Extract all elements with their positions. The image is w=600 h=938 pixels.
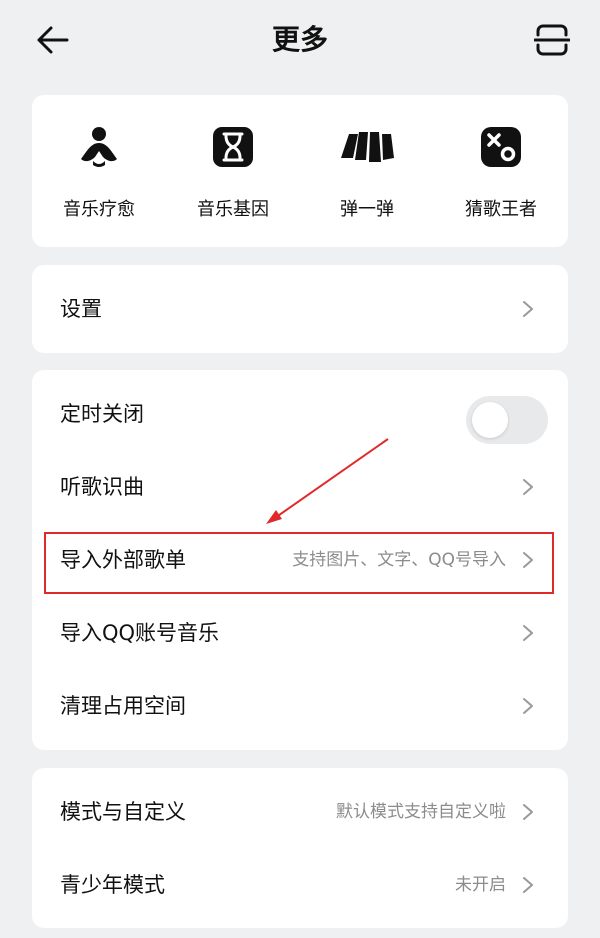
shortcut-label: 猜歌王者 bbox=[465, 199, 537, 220]
teen-mode-row[interactable]: 青少年模式 未开启 bbox=[32, 849, 568, 921]
mode-card: 模式与自定义 默认模式支持自定义啦 青少年模式 未开启 bbox=[32, 768, 568, 928]
scan-button[interactable] bbox=[528, 18, 576, 62]
shortcuts-card: 音乐疗愈 音乐基因 弹一弹 猜歌王者 bbox=[32, 95, 568, 247]
import-playlist-row[interactable]: 导入外部歌单 支持图片、文字、QQ号导入 bbox=[32, 524, 568, 596]
scan-icon bbox=[534, 24, 570, 56]
settings-card: 设置 bbox=[32, 265, 568, 353]
chevron-right-icon bbox=[523, 552, 533, 568]
x-o-game-icon bbox=[481, 127, 521, 167]
chevron-right-icon bbox=[523, 479, 533, 495]
custom-mode-row[interactable]: 模式与自定义 默认模式支持自定义啦 bbox=[32, 776, 568, 848]
shortcut-guess-song[interactable]: 猜歌王者 bbox=[434, 95, 568, 247]
row-label: 导入QQ账号音乐 bbox=[60, 621, 220, 645]
top-bar: 更多 bbox=[0, 0, 600, 80]
chevron-right-icon bbox=[523, 698, 533, 714]
person-heal-icon bbox=[81, 127, 117, 167]
row-label: 模式与自定义 bbox=[60, 800, 186, 824]
tools-card: 定时关闭 听歌识曲 导入外部歌单 支持图片、文字、QQ号导入 导入QQ账号音乐 … bbox=[32, 370, 568, 750]
timer-close-toggle[interactable] bbox=[466, 396, 548, 444]
page-title: 更多 bbox=[271, 23, 328, 56]
row-label: 导入外部歌单 bbox=[60, 548, 186, 572]
toggle-knob bbox=[472, 402, 508, 438]
shortcut-bounce[interactable]: 弹一弹 bbox=[300, 95, 434, 247]
piano-keys-icon bbox=[341, 132, 394, 162]
row-label: 定时关闭 bbox=[60, 402, 144, 426]
dna-icon bbox=[213, 127, 253, 167]
import-qq-row[interactable]: 导入QQ账号音乐 bbox=[32, 597, 568, 669]
chevron-right-icon bbox=[523, 804, 533, 820]
chevron-right-icon bbox=[523, 625, 533, 641]
row-hint: 未开启 bbox=[455, 875, 506, 895]
timer-close-row: 定时关闭 bbox=[32, 378, 568, 450]
chevron-right-icon bbox=[523, 877, 533, 893]
row-label: 清理占用空间 bbox=[60, 694, 186, 718]
shortcut-label: 音乐基因 bbox=[197, 199, 269, 220]
row-label: 设置 bbox=[60, 297, 102, 321]
row-hint: 支持图片、文字、QQ号导入 bbox=[292, 550, 506, 570]
shortcut-music-healing[interactable]: 音乐疗愈 bbox=[32, 95, 166, 247]
chevron-right-icon bbox=[523, 301, 533, 317]
row-label: 青少年模式 bbox=[60, 873, 165, 897]
shortcut-music-gene[interactable]: 音乐基因 bbox=[166, 95, 300, 247]
shortcut-label: 弹一弹 bbox=[340, 199, 394, 220]
clear-space-row[interactable]: 清理占用空间 bbox=[32, 670, 568, 742]
row-hint: 默认模式支持自定义啦 bbox=[336, 802, 506, 822]
song-recognition-row[interactable]: 听歌识曲 bbox=[32, 451, 568, 523]
settings-row[interactable]: 设置 bbox=[32, 273, 568, 345]
row-label: 听歌识曲 bbox=[60, 475, 144, 499]
shortcut-label: 音乐疗愈 bbox=[63, 199, 135, 220]
